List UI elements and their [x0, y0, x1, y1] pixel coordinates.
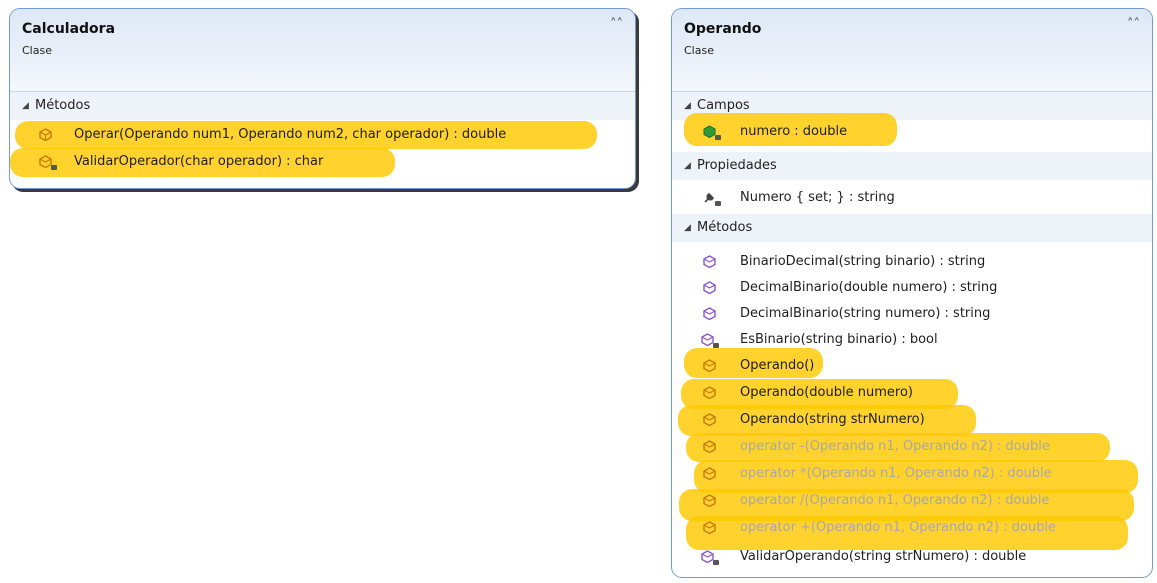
- method-item[interactable]: operator +(Operando n1, Operando n2) : d…: [672, 515, 1152, 541]
- method-cube-icon: [703, 440, 716, 453]
- method-cube-icon: [703, 281, 716, 294]
- method-signature: operator +(Operando n1, Operando n2) : d…: [740, 520, 1057, 535]
- class-operando[interactable]: Operando Clase ˄˄ ◢ Campos numero : doub…: [671, 8, 1153, 578]
- method-signature: Operando(string strNumero): [740, 412, 925, 427]
- method-signature: DecimalBinario(double numero) : string: [740, 280, 998, 295]
- collapse-icon[interactable]: ˄˄: [1127, 17, 1140, 32]
- class-name: Calculadora: [22, 21, 116, 37]
- class-name: Operando: [684, 21, 762, 37]
- method-item[interactable]: operator *(Operando n1, Operando n2) : d…: [672, 461, 1152, 487]
- section-propiedades[interactable]: ◢ Propiedades: [672, 152, 1152, 180]
- method-signature: operator -(Operando n1, Operando n2) : d…: [740, 439, 1050, 454]
- method-signature: DecimalBinario(string numero) : string: [740, 306, 991, 321]
- method-cube-icon: [703, 359, 716, 372]
- section-label: Métodos: [35, 98, 91, 113]
- triangle-down-icon[interactable]: ◢: [684, 214, 691, 242]
- field-signature: numero : double: [740, 124, 848, 139]
- method-cube-icon: [703, 255, 716, 268]
- method-signature: BinarioDecimal(string binario) : string: [740, 254, 986, 269]
- method-item[interactable]: ValidarOperando(string strNumero) : doub…: [672, 544, 1152, 570]
- method-item[interactable]: operator -(Operando n1, Operando n2) : d…: [672, 434, 1152, 460]
- method-item[interactable]: Operando(string strNumero): [672, 407, 1152, 433]
- method-signature: operator /(Operando n1, Operando n2) : d…: [740, 493, 1050, 508]
- method-item[interactable]: ValidarOperador(char operador) : char: [10, 149, 635, 175]
- method-signature: ValidarOperador(char operador) : char: [74, 154, 324, 169]
- triangle-down-icon[interactable]: ◢: [22, 92, 29, 120]
- collapse-icon[interactable]: ˄˄: [610, 17, 623, 32]
- method-signature: EsBinario(string binario) : bool: [740, 332, 938, 347]
- method-cube-icon: [703, 521, 716, 534]
- section-metodos[interactable]: ◢ Métodos: [672, 214, 1152, 242]
- property-item[interactable]: Numero { set; } : string: [672, 185, 1152, 211]
- method-cube-icon: [703, 386, 716, 399]
- method-item[interactable]: DecimalBinario(string numero) : string: [672, 301, 1152, 327]
- section-label: Propiedades: [697, 158, 777, 173]
- method-item[interactable]: EsBinario(string binario) : bool: [672, 327, 1152, 353]
- section-label: Métodos: [697, 220, 753, 235]
- method-item[interactable]: Operando(): [672, 353, 1152, 379]
- lock-icon: [51, 165, 57, 170]
- class-calculadora[interactable]: Calculadora Clase ˄˄ ◢ Métodos Operar(Op…: [9, 8, 636, 189]
- method-item[interactable]: Operando(double numero): [672, 380, 1152, 406]
- field-item[interactable]: numero : double: [672, 119, 1152, 145]
- method-cube-icon: [703, 494, 716, 507]
- class-header: Operando Clase ˄˄: [672, 9, 1152, 92]
- method-cube-icon: [39, 128, 52, 141]
- class-stereotype: Clase: [22, 44, 52, 57]
- method-item[interactable]: BinarioDecimal(string binario) : string: [672, 249, 1152, 275]
- section-metodos[interactable]: ◢ Métodos: [10, 92, 635, 120]
- method-cube-icon: [703, 467, 716, 480]
- method-signature: Operando(double numero): [740, 385, 913, 400]
- method-signature: ValidarOperando(string strNumero) : doub…: [740, 549, 1027, 564]
- method-signature: operator *(Operando n1, Operando n2) : d…: [740, 466, 1052, 481]
- lock-icon: [715, 135, 721, 140]
- lock-icon: [713, 560, 719, 565]
- lock-icon: [715, 201, 721, 206]
- class-stereotype: Clase: [684, 44, 714, 57]
- method-item[interactable]: Operar(Operando num1, Operando num2, cha…: [10, 122, 635, 148]
- method-cube-icon: [703, 307, 716, 320]
- property-signature: Numero { set; } : string: [740, 190, 895, 205]
- method-signature: Operar(Operando num1, Operando num2, cha…: [74, 127, 507, 142]
- method-item[interactable]: operator /(Operando n1, Operando n2) : d…: [672, 488, 1152, 514]
- lock-icon: [713, 343, 719, 348]
- method-signature: Operando(): [740, 358, 815, 373]
- triangle-down-icon[interactable]: ◢: [684, 152, 691, 180]
- method-cube-icon: [703, 413, 716, 426]
- class-header: Calculadora Clase ˄˄: [10, 9, 635, 92]
- method-item[interactable]: DecimalBinario(double numero) : string: [672, 275, 1152, 301]
